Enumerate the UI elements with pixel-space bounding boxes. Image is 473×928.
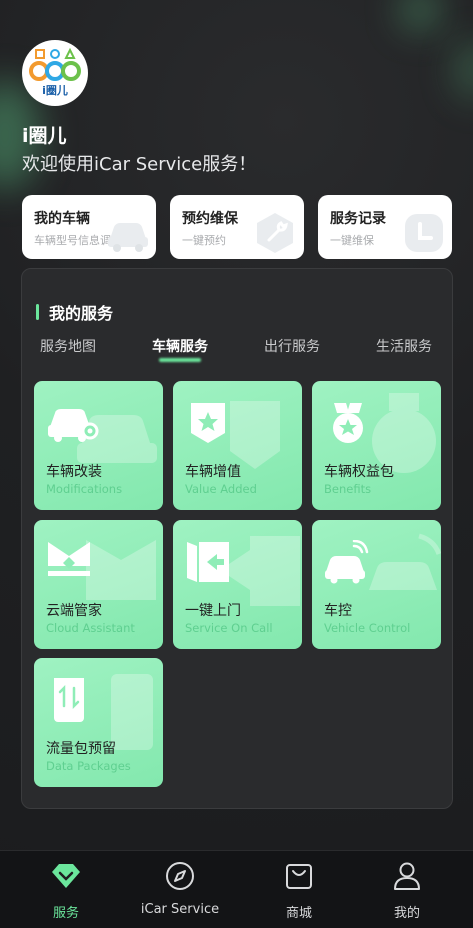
cloud-butler-icon	[48, 542, 90, 576]
tab-service-map[interactable]: 服务地图	[40, 336, 96, 356]
tile-subtitle: Value Added	[185, 482, 257, 496]
tab-travel-services[interactable]: 出行服务	[264, 336, 320, 356]
tile-title: 车辆改装	[46, 464, 102, 480]
data-transfer-icon	[54, 678, 84, 722]
nav-label: iCar Service	[140, 902, 220, 917]
decor-glow	[455, 40, 473, 100]
tile-value-added[interactable]: 车辆增值 Value Added	[173, 381, 302, 510]
panel-header: 我的服务	[36, 300, 113, 324]
tile-subtitle: Vehicle Control	[324, 621, 411, 635]
panel-title: 我的服务	[49, 304, 114, 323]
nav-label: 服务	[52, 906, 79, 921]
tile-title: 流量包预留	[46, 741, 116, 757]
welcome-text: 欢迎使用iCar Service服务！	[22, 154, 257, 175]
clock-icon	[405, 214, 443, 252]
tile-cloud-assistant[interactable]: 云端管家 Cloud Assistant	[34, 520, 163, 649]
tile-subtitle: Benefits	[324, 482, 372, 496]
nav-icar-service[interactable]: iCar Service	[130, 861, 230, 917]
tab-life-services[interactable]: 生活服务	[376, 336, 432, 356]
quick-actions: 我的车辆 车辆型号信息调取 预约维保 一键预约 服务记录 一键维保	[22, 195, 454, 259]
logo-rings-icon: i圈儿	[29, 47, 81, 97]
nav-label: 商城	[285, 906, 312, 921]
tile-title: 一键上门	[185, 603, 241, 619]
user-icon	[394, 862, 420, 890]
tile-data-packages[interactable]: 流量包预留 Data Packages	[34, 658, 163, 787]
star-badge-icon	[191, 403, 225, 443]
nav-label: 我的	[393, 906, 420, 921]
decor-glow	[400, 0, 440, 30]
active-tab-indicator	[159, 358, 201, 362]
car-icon	[108, 223, 148, 252]
logo-text: i圈儿	[42, 84, 68, 97]
medal-icon	[333, 403, 363, 443]
service-tabs: 服务地图 车辆服务 出行服务 生活服务	[40, 336, 440, 366]
my-services-panel: 我的服务 服务地图 车辆服务 出行服务 生活服务 车辆改装 Modificati…	[21, 268, 453, 809]
brand-logo[interactable]: i圈儿	[22, 40, 88, 106]
my-vehicle-card[interactable]: 我的车辆 车辆型号信息调取	[22, 195, 156, 259]
title-accent-bar	[36, 304, 39, 320]
tile-service-on-call[interactable]: 一键上门 Service On Call	[173, 520, 302, 649]
diamond-check-icon	[52, 864, 80, 888]
tile-subtitle: Service On Call	[185, 621, 273, 635]
bottom-navigation: 服务 iCar Service 商城 我的	[0, 850, 473, 928]
tile-benefits[interactable]: 车辆权益包 Benefits	[312, 381, 441, 510]
door-arrow-icon	[187, 542, 229, 582]
tile-title: 车辆权益包	[324, 464, 394, 480]
tile-vehicle-control[interactable]: 车控 Vehicle Control	[312, 520, 441, 649]
remote-car-icon	[325, 540, 369, 584]
tile-title: 车辆增值	[185, 464, 241, 480]
book-maintenance-card[interactable]: 预约维保 一键预约	[170, 195, 304, 259]
tile-title: 车控	[324, 603, 352, 619]
nav-mall[interactable]: 商城	[249, 861, 349, 921]
tab-vehicle-services[interactable]: 车辆服务	[152, 336, 208, 362]
tile-subtitle: Modifications	[46, 482, 123, 496]
shopping-bag-icon	[286, 864, 312, 889]
wrench-icon	[257, 213, 293, 253]
app-screen: i圈儿 i圈儿 欢迎使用iCar Service服务！ 我的车辆 车辆型号信息调…	[0, 0, 473, 928]
tile-subtitle: Cloud Assistant	[46, 621, 135, 635]
nav-mine[interactable]: 我的	[357, 861, 457, 921]
tab-label: 车辆服务	[152, 339, 208, 355]
tile-modifications[interactable]: 车辆改装 Modifications	[34, 381, 163, 510]
tile-subtitle: Data Packages	[46, 759, 131, 773]
compass-icon	[166, 862, 194, 890]
brand-name: i圈儿	[22, 125, 67, 147]
tile-title: 云端管家	[46, 603, 102, 619]
nav-services[interactable]: 服务	[16, 861, 116, 921]
car-gear-icon	[48, 409, 99, 442]
service-records-card[interactable]: 服务记录 一键维保	[318, 195, 452, 259]
